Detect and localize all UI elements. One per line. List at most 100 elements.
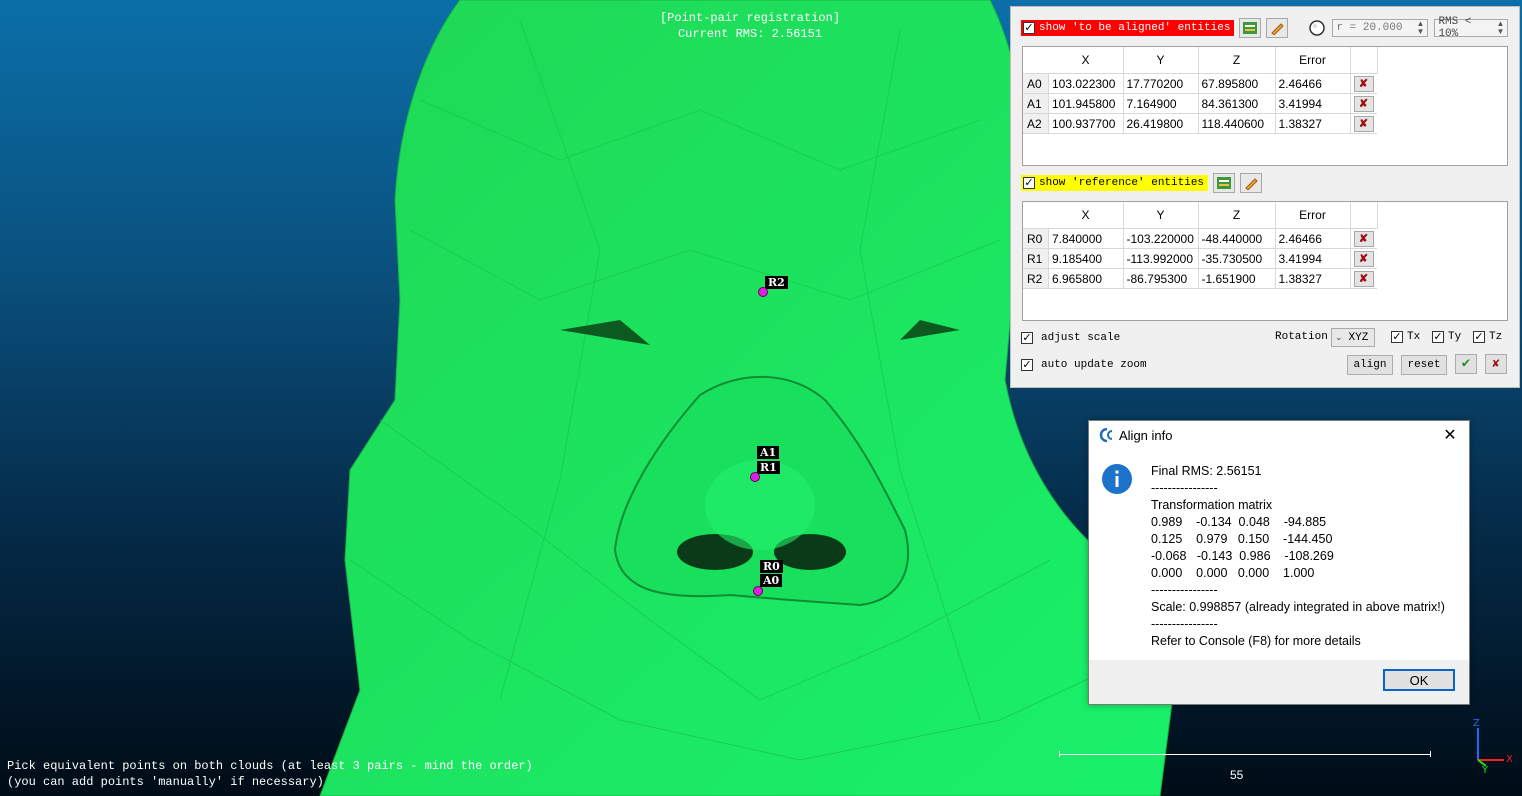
- cell-error: 1.38327: [1274, 268, 1351, 289]
- axis-y-label: Y: [1481, 765, 1489, 774]
- edit-aligned-button[interactable]: [1266, 18, 1289, 38]
- cell-y[interactable]: 7.164900: [1122, 93, 1199, 114]
- separator: ----------------: [1151, 481, 1218, 495]
- table-row[interactable]: A0 103.022300 17.770200 67.895800 2.4646…: [1023, 73, 1377, 94]
- dialog-title: Align info: [1119, 428, 1173, 443]
- cell-z[interactable]: 118.440600: [1197, 113, 1276, 134]
- show-reference-toggle[interactable]: ✓ show 'reference' entities: [1021, 175, 1209, 191]
- point-label-a0: A0: [760, 574, 783, 587]
- show-reference-checkbox[interactable]: ✓: [1023, 177, 1035, 189]
- cell-z[interactable]: 84.361300: [1197, 93, 1276, 114]
- table-row[interactable]: R2 6.965800 -86.795300 -1.651900 1.38327…: [1023, 268, 1377, 289]
- cell-y[interactable]: 26.419800: [1122, 113, 1199, 134]
- cell-y[interactable]: -113.992000: [1122, 248, 1199, 269]
- col-y: Y: [1123, 47, 1199, 74]
- cell-x[interactable]: 9.185400: [1048, 248, 1124, 269]
- info-icon: [1102, 464, 1132, 494]
- scale-value: 55: [1230, 768, 1244, 782]
- aligned-points-table: X Y Z Error A0 103.022300 17.770200 67.8…: [1022, 46, 1508, 166]
- cell-x[interactable]: 7.840000: [1048, 228, 1124, 249]
- cell-z[interactable]: 67.895800: [1197, 73, 1276, 94]
- cell-x[interactable]: 100.937700: [1048, 113, 1124, 134]
- matrix-row: -0.068 -0.143 0.986 -108.269: [1151, 549, 1334, 563]
- table-row[interactable]: R1 9.185400 -113.992000 -35.730500 3.419…: [1023, 248, 1377, 269]
- table-export-icon: [1217, 177, 1232, 189]
- sphere-toggle-button[interactable]: [1306, 18, 1328, 38]
- final-rms: Final RMS: 2.56151: [1151, 464, 1262, 478]
- point-label-a1: A1: [757, 446, 780, 459]
- align-button[interactable]: align: [1347, 355, 1393, 375]
- tx-option[interactable]: ✓ Tx: [1391, 331, 1420, 343]
- point-label-r0: R0: [760, 560, 783, 573]
- matrix-row: 0.989 -0.134 0.048 -94.885: [1151, 515, 1327, 529]
- point-r2[interactable]: [758, 287, 768, 297]
- edit-reference-button[interactable]: [1240, 173, 1263, 193]
- hint-line-1: Pick equivalent points on both clouds (a…: [7, 759, 533, 773]
- cell-y[interactable]: -103.220000: [1122, 228, 1199, 249]
- cell-y[interactable]: -86.795300: [1122, 268, 1199, 289]
- reset-button[interactable]: reset: [1401, 355, 1447, 375]
- app-logo-icon: [1099, 428, 1113, 442]
- validate-button[interactable]: ✔: [1455, 354, 1477, 374]
- radius-spinbox[interactable]: r = 20.000 ▲ ▼: [1332, 19, 1429, 37]
- spin-arrows-icon[interactable]: ▲ ▼: [1497, 20, 1505, 36]
- spin-arrows-icon[interactable]: ▲ ▼: [1417, 20, 1425, 36]
- cell-x[interactable]: 103.022300: [1048, 73, 1124, 94]
- ty-label: Ty: [1448, 331, 1462, 343]
- cell-x[interactable]: 101.945800: [1048, 93, 1124, 114]
- show-aligned-toggle[interactable]: ✓ show 'to be aligned' entities: [1021, 20, 1235, 36]
- ok-button[interactable]: OK: [1383, 669, 1455, 691]
- delete-point-button[interactable]: ✘: [1353, 250, 1374, 267]
- col-x: X: [1048, 47, 1124, 74]
- tz-checkbox[interactable]: ✓: [1473, 331, 1485, 343]
- separator: ----------------: [1151, 583, 1218, 597]
- matrix-title: Transformation matrix: [1151, 498, 1273, 512]
- separator: ----------------: [1151, 617, 1218, 631]
- radius-value: r = 20.000: [1336, 22, 1403, 34]
- auto-update-zoom-checkbox[interactable]: ✓: [1021, 359, 1033, 371]
- cell-z[interactable]: -48.440000: [1197, 228, 1276, 249]
- table-row[interactable]: A1 101.945800 7.164900 84.361300 3.41994…: [1023, 93, 1377, 114]
- rotation-value: XYZ: [1348, 331, 1369, 344]
- matrix-row: 0.000 0.000 0.000 1.000: [1151, 566, 1315, 580]
- adjust-scale-checkbox[interactable]: ✓: [1021, 332, 1033, 344]
- cell-error: 3.41994: [1274, 93, 1351, 114]
- cell-z[interactable]: -1.651900: [1197, 268, 1276, 289]
- tz-option[interactable]: ✓ Tz: [1473, 331, 1502, 343]
- hint-line-2: (you can add points 'manually' if necess…: [7, 775, 324, 789]
- close-icon[interactable]: ✕: [1439, 425, 1461, 445]
- cell-x[interactable]: 6.965800: [1048, 268, 1124, 289]
- table-row[interactable]: R0 7.840000 -103.220000 -48.440000 2.464…: [1023, 228, 1377, 249]
- point-label-r1: R1: [757, 461, 780, 474]
- cell-error: 2.46466: [1274, 73, 1351, 94]
- auto-update-zoom-option[interactable]: ✓ auto update zoom: [1021, 355, 1151, 375]
- cell-z[interactable]: -35.730500: [1197, 248, 1276, 269]
- delete-point-button[interactable]: ✘: [1353, 270, 1374, 287]
- ty-checkbox[interactable]: ✓: [1432, 331, 1444, 343]
- cell-error: 3.41994: [1274, 248, 1351, 269]
- cross-icon: ✘: [1492, 357, 1500, 371]
- cancel-button[interactable]: ✘: [1485, 354, 1507, 374]
- show-aligned-checkbox[interactable]: ✓: [1023, 22, 1035, 34]
- delete-point-button[interactable]: ✘: [1353, 95, 1374, 112]
- axes-trihedron-icon: Z X Y: [1473, 718, 1513, 774]
- export-aligned-button[interactable]: [1239, 18, 1262, 38]
- point-label-r2: R2: [765, 276, 788, 289]
- delete-point-button[interactable]: ✘: [1353, 230, 1374, 247]
- adjust-scale-option[interactable]: ✓ adjust scale: [1021, 328, 1124, 348]
- delete-point-button[interactable]: ✘: [1353, 115, 1374, 132]
- rotation-select[interactable]: ⌄ XYZ: [1331, 328, 1375, 347]
- point-a0-r0[interactable]: [753, 586, 763, 596]
- cell-y[interactable]: 17.770200: [1122, 73, 1199, 94]
- point-a1-r1[interactable]: [750, 472, 760, 482]
- rms-filter-spinbox[interactable]: RMS < 10% ▲ ▼: [1434, 16, 1509, 40]
- ty-option[interactable]: ✓ Ty: [1432, 331, 1461, 343]
- registration-title: [Point-pair registration]: [659, 11, 841, 25]
- export-reference-button[interactable]: [1213, 173, 1236, 193]
- delete-point-button[interactable]: ✘: [1353, 75, 1374, 92]
- tx-checkbox[interactable]: ✓: [1391, 331, 1403, 343]
- table-row[interactable]: A2 100.937700 26.419800 118.440600 1.383…: [1023, 113, 1377, 134]
- axis-z-label: Z: [1473, 718, 1480, 729]
- adjust-scale-label: adjust scale: [1041, 332, 1121, 344]
- rms-filter-value: RMS < 10%: [1438, 16, 1472, 40]
